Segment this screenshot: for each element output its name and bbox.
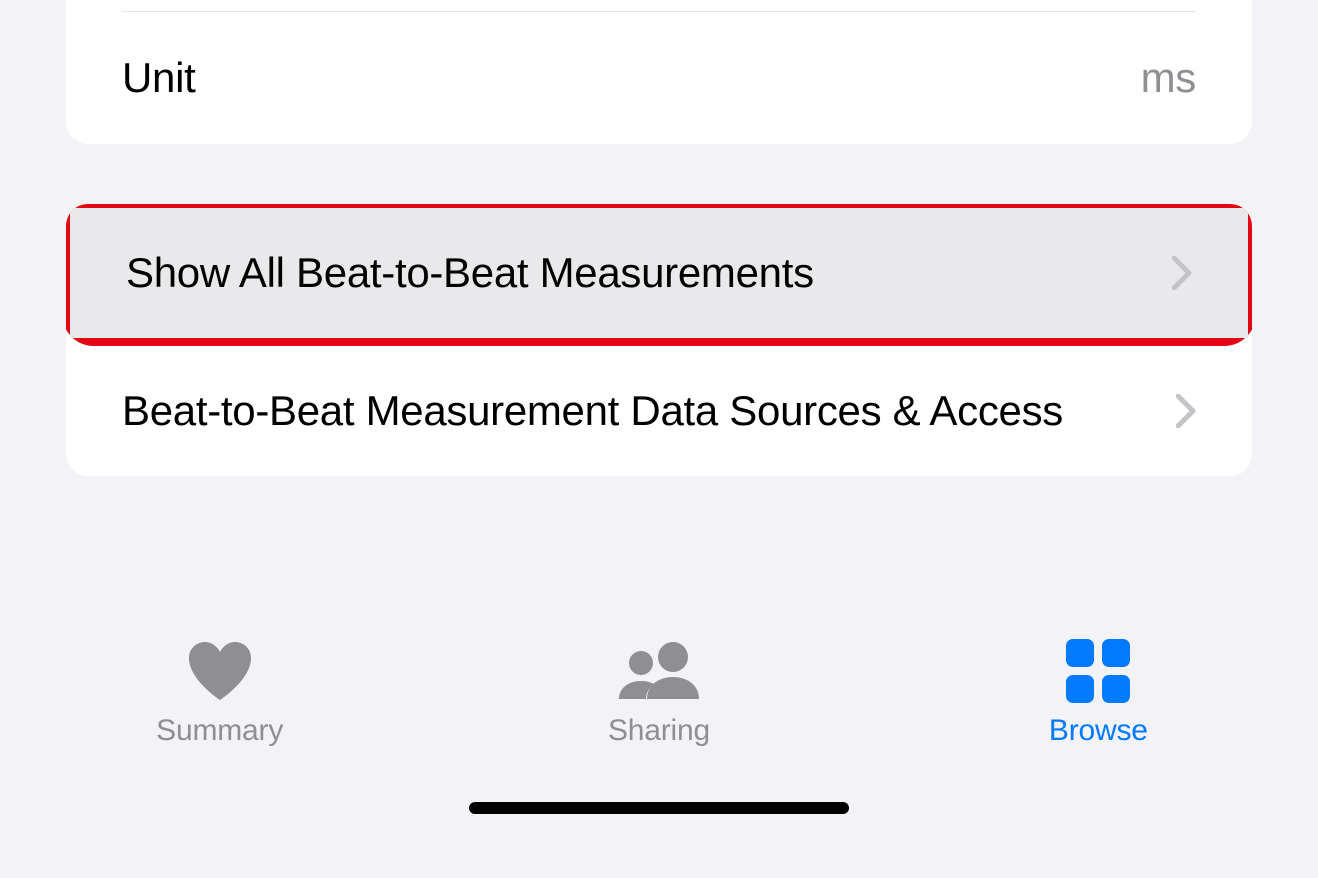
data-sources-row[interactable]: Beat-to-Beat Measurement Data Sources & … (66, 346, 1252, 476)
chevron-right-icon (1176, 394, 1196, 428)
unit-label: Unit (122, 54, 196, 102)
unit-value: ms (1141, 54, 1196, 102)
home-indicator[interactable] (469, 802, 849, 814)
highlight-annotation: Show All Beat-to-Beat Measurements (66, 204, 1252, 346)
tab-summary-label: Summary (156, 714, 283, 748)
prior-row-divider (122, 0, 1196, 12)
tab-sharing[interactable]: Sharing (439, 636, 878, 748)
show-all-measurements-row[interactable]: Show All Beat-to-Beat Measurements (70, 208, 1248, 338)
unit-row[interactable]: Unit ms (66, 12, 1252, 144)
show-all-label: Show All Beat-to-Beat Measurements (126, 247, 814, 298)
tab-sharing-label: Sharing (608, 714, 710, 748)
tab-browse[interactable]: Browse (879, 636, 1318, 748)
tab-browse-label: Browse (1049, 714, 1148, 748)
tab-summary[interactable]: Summary (0, 636, 439, 748)
people-icon (615, 636, 703, 706)
chevron-right-icon (1172, 256, 1192, 290)
grid-icon (1066, 636, 1130, 706)
settings-card-navigation: Show All Beat-to-Beat Measurements Beat-… (66, 204, 1252, 476)
data-sources-label: Beat-to-Beat Measurement Data Sources & … (122, 385, 1063, 436)
heart-icon (185, 636, 255, 706)
settings-card-top: Unit ms (66, 0, 1252, 144)
